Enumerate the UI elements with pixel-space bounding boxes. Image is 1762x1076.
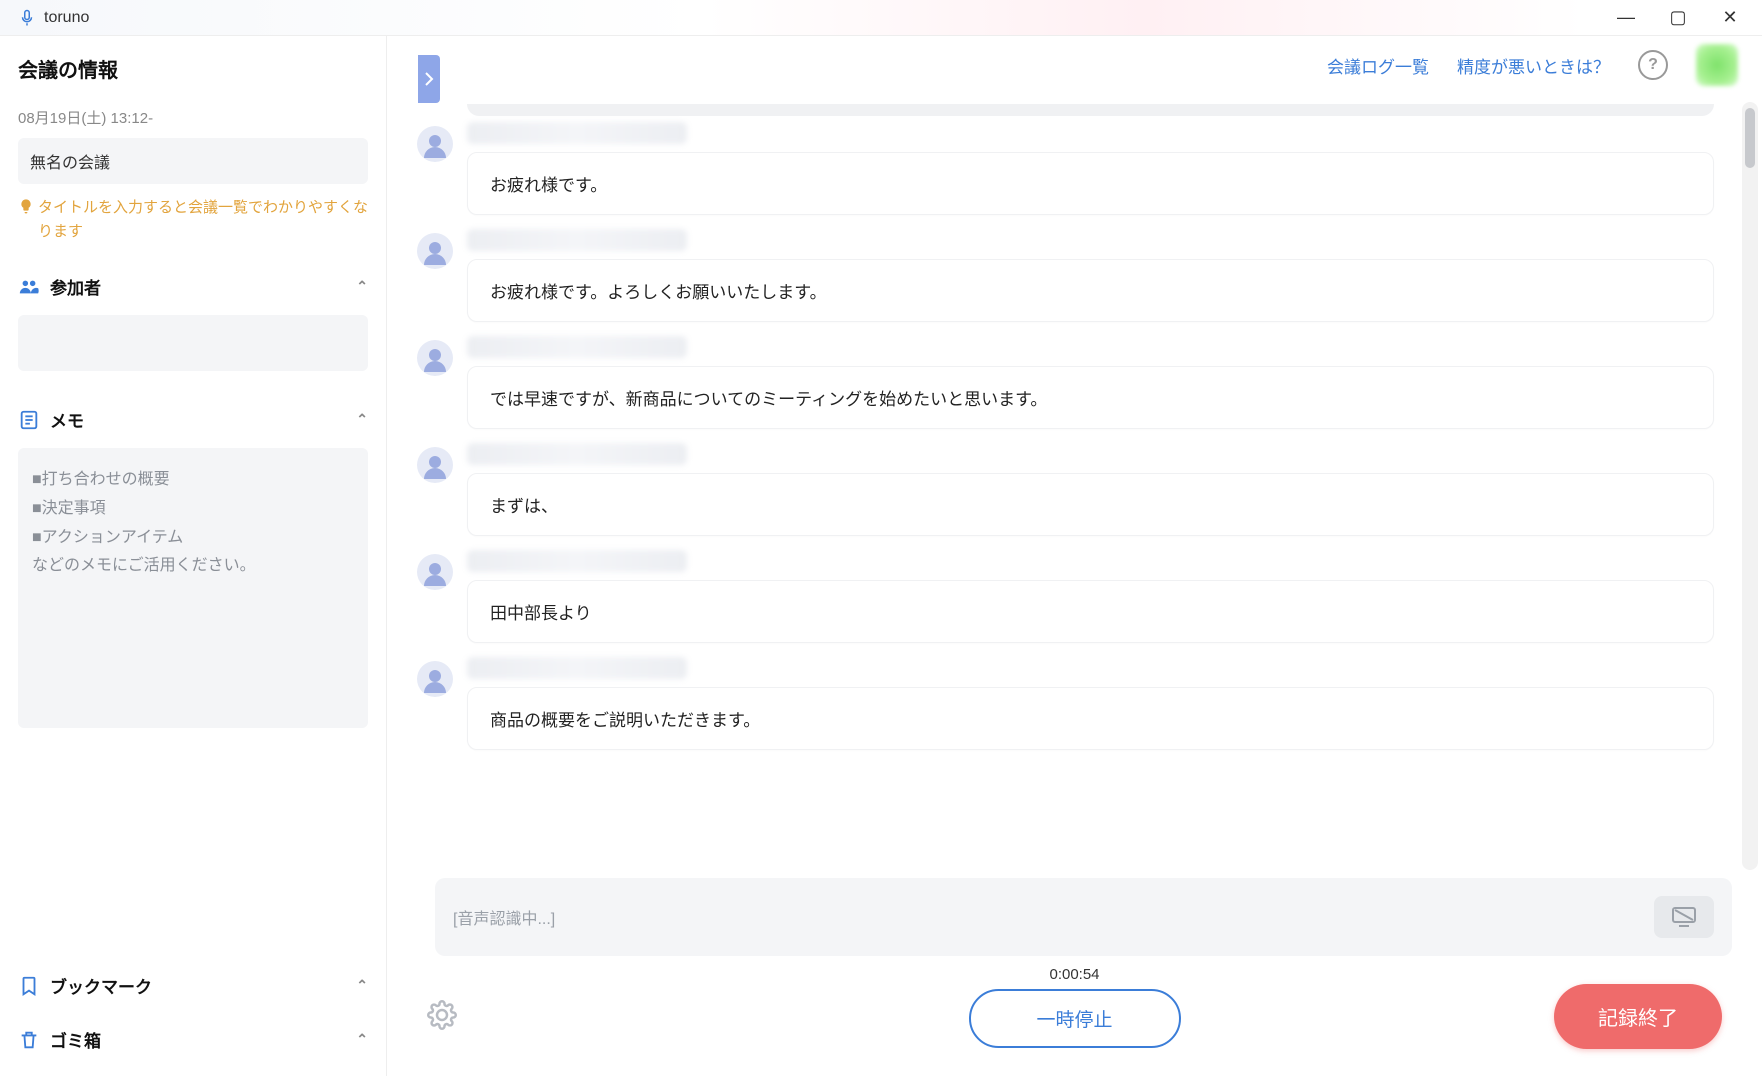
memo-placeholder-line: ■アクションアイテム	[32, 524, 354, 553]
section-trash[interactable]: ゴミ箱 ⌃	[18, 1012, 368, 1066]
transcript-message: では早速ですが、新商品についてのミーティングを始めたいと思います。	[417, 336, 1714, 429]
chevron-up-icon: ⌃	[356, 1031, 368, 1048]
speaker-name-redacted	[467, 336, 687, 358]
pause-button[interactable]: 一時停止	[968, 989, 1180, 1048]
screenshare-icon	[1672, 907, 1696, 927]
accuracy-help-link[interactable]: 精度が悪いときは？	[1457, 53, 1610, 78]
settings-button[interactable]	[427, 1000, 457, 1033]
speaker-name-redacted	[467, 657, 687, 679]
section-trash-label: ゴミ箱	[50, 1027, 101, 1052]
app-name: toruno	[44, 9, 89, 27]
chevron-right-icon	[424, 72, 434, 86]
trash-icon	[18, 1029, 40, 1051]
transcript-text[interactable]: 田中部長より	[467, 580, 1714, 643]
topbar: 会議ログ一覧 精度が悪いときは？ ?	[387, 36, 1762, 94]
scrollbar-thumb[interactable]	[1745, 108, 1755, 168]
close-button[interactable]: ✕	[1716, 7, 1744, 28]
help-button[interactable]: ?	[1638, 50, 1668, 80]
speaker-avatar	[417, 126, 453, 162]
app-brand: toruno	[18, 9, 89, 27]
speaker-name-redacted	[467, 229, 687, 251]
gear-icon	[427, 1000, 457, 1030]
section-bookmark[interactable]: ブックマーク ⌃	[18, 958, 368, 1012]
speaker-avatar	[417, 554, 453, 590]
section-participants-label: 参加者	[50, 274, 101, 299]
section-memo-label: メモ	[50, 407, 84, 432]
transcript-text[interactable]: 商品の概要をご説明いただきます。	[467, 687, 1714, 750]
stop-recording-button[interactable]: 記録終了	[1554, 984, 1722, 1049]
user-avatar[interactable]	[1696, 44, 1738, 86]
footer-controls: 0:00:54 一時停止 記録終了	[387, 956, 1762, 1076]
window-controls: — ▢ ✕	[1612, 7, 1754, 28]
memo-placeholder-line: ■打ち合わせの概要	[32, 466, 354, 495]
transcript-text[interactable]: お疲れ様です。よろしくお願いいたします。	[467, 259, 1714, 322]
section-bookmark-label: ブックマーク	[50, 973, 152, 998]
people-icon	[18, 276, 40, 298]
bookmark-icon	[18, 975, 40, 997]
chevron-up-icon: ⌃	[356, 278, 368, 295]
sidebar-title: 会議の情報	[18, 54, 368, 83]
speaker-name-redacted	[467, 550, 687, 572]
meeting-title-input[interactable]	[18, 138, 368, 184]
sidebar: 会議の情報 08月19日(土) 13:12- タイトルを入力すると会議一覧でわか…	[0, 36, 387, 1076]
maximize-button[interactable]: ▢	[1664, 7, 1692, 28]
transcript-message: お疲れ様です。	[417, 122, 1714, 215]
content: 会議ログ一覧 精度が悪いときは？ ? お疲れ様です。お疲れ様です。よろしくお願い…	[387, 36, 1762, 1076]
speech-input-bar: [音声認識中...]	[435, 878, 1732, 956]
minimize-button[interactable]: —	[1612, 7, 1640, 28]
transcript-message: 田中部長より	[417, 550, 1714, 643]
note-icon	[18, 409, 40, 431]
screenshare-button[interactable]	[1654, 896, 1714, 938]
speaker-avatar	[417, 447, 453, 483]
chevron-up-icon: ⌃	[356, 411, 368, 428]
transcript-message: お疲れ様です。よろしくお願いいたします。	[417, 229, 1714, 322]
transcript-area: お疲れ様です。お疲れ様です。よろしくお願いいたします。では早速ですが、新商品につ…	[387, 94, 1762, 878]
meeting-log-list-link[interactable]: 会議ログ一覧	[1327, 53, 1429, 78]
transcript-text[interactable]: まずは、	[467, 473, 1714, 536]
mic-icon	[18, 9, 36, 27]
speaker-avatar	[417, 661, 453, 697]
transcript-scroll[interactable]: お疲れ様です。お疲れ様です。よろしくお願いいたします。では早速ですが、新商品につ…	[387, 94, 1762, 878]
transcript-text[interactable]: では早速ですが、新商品についてのミーティングを始めたいと思います。	[467, 366, 1714, 429]
section-memo[interactable]: メモ ⌃	[18, 399, 368, 440]
memo-textarea[interactable]: ■打ち合わせの概要 ■決定事項 ■アクションアイテム などのメモにご活用ください…	[18, 448, 368, 728]
speaker-name-redacted	[467, 443, 687, 465]
speaker-avatar	[417, 233, 453, 269]
chevron-up-icon: ⌃	[356, 977, 368, 994]
recognizing-status: [音声認識中...]	[453, 905, 555, 929]
participants-body[interactable]	[18, 315, 368, 371]
memo-placeholder-line: ■決定事項	[32, 495, 354, 524]
transcript-text[interactable]: お疲れ様です。	[467, 152, 1714, 215]
transcript-message: 商品の概要をご説明いただきます。	[417, 657, 1714, 750]
titlebar: toruno — ▢ ✕	[0, 0, 1762, 36]
section-participants[interactable]: 参加者 ⌃	[18, 266, 368, 307]
center-controls: 0:00:54 一時停止	[968, 966, 1180, 1048]
transcript-message: まずは、	[417, 443, 1714, 536]
previous-bubble-edge	[467, 104, 1714, 116]
transcript-scrollbar[interactable]	[1742, 102, 1758, 870]
title-hint: タイトルを入力すると会議一覧でわかりやすくなります	[18, 196, 368, 244]
lightbulb-icon	[18, 198, 34, 214]
memo-placeholder-line: などのメモにご活用ください。	[32, 552, 354, 581]
recording-timer: 0:00:54	[968, 966, 1180, 983]
speaker-avatar	[417, 340, 453, 376]
meeting-datetime: 08月19日(土) 13:12-	[18, 107, 368, 128]
title-hint-text: タイトルを入力すると会議一覧でわかりやすくなります	[38, 196, 368, 244]
collapse-sidebar-button[interactable]	[418, 55, 440, 103]
speaker-name-redacted	[467, 122, 687, 144]
